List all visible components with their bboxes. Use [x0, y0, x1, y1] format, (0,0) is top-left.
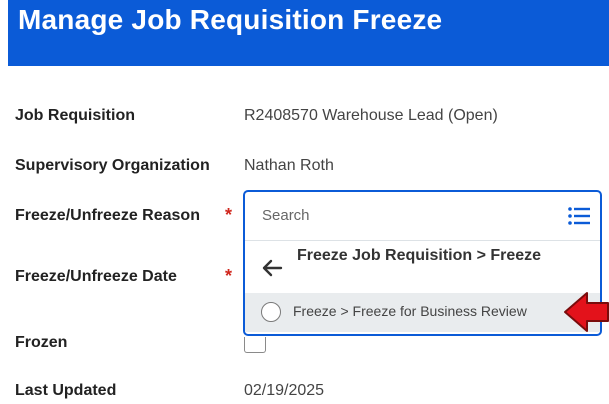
- freeze-reason-label: Freeze/Unfreeze Reason: [15, 207, 200, 224]
- arrow-left-icon[interactable]: [261, 257, 283, 279]
- page-header: Manage Job Requisition Freeze: [8, 0, 609, 66]
- dropdown-search-input[interactable]: Search: [262, 207, 310, 224]
- frozen-checkbox[interactable]: [244, 337, 266, 353]
- option-radio[interactable]: [261, 302, 281, 322]
- freeze-date-label: Freeze/Unfreeze Date: [15, 268, 177, 285]
- last-updated-value: 02/19/2025: [244, 382, 325, 399]
- supervisory-organization-value[interactable]: Nathan Roth: [244, 157, 334, 175]
- page-title: Manage Job Requisition Freeze: [18, 4, 443, 35]
- dropdown-back-row[interactable]: Freeze Job Requisition > Freeze: [245, 241, 600, 293]
- red-arrow-pointer-icon: [564, 292, 609, 332]
- last-updated-label: Last Updated: [15, 382, 117, 399]
- dropdown-search-row[interactable]: Search: [245, 192, 600, 241]
- freeze-reason-required-mark: *: [225, 205, 233, 225]
- option-label[interactable]: Freeze > Freeze for Business Review: [293, 303, 527, 319]
- job-requisition-value[interactable]: R2408570 Warehouse Lead (Open): [244, 107, 498, 125]
- frozen-label: Frozen: [15, 334, 68, 351]
- list-icon[interactable]: [568, 207, 590, 225]
- freeze-date-required-mark: *: [225, 266, 233, 286]
- job-requisition-label: Job Requisition: [15, 107, 135, 124]
- freeze-reason-dropdown[interactable]: Search Freeze Job Requisition > Freeze F…: [243, 190, 602, 336]
- dropdown-back-label[interactable]: Freeze Job Requisition > Freeze: [297, 244, 557, 268]
- dropdown-option[interactable]: Freeze > Freeze for Business Review: [245, 293, 600, 332]
- supervisory-organization-label: Supervisory Organization: [15, 157, 210, 174]
